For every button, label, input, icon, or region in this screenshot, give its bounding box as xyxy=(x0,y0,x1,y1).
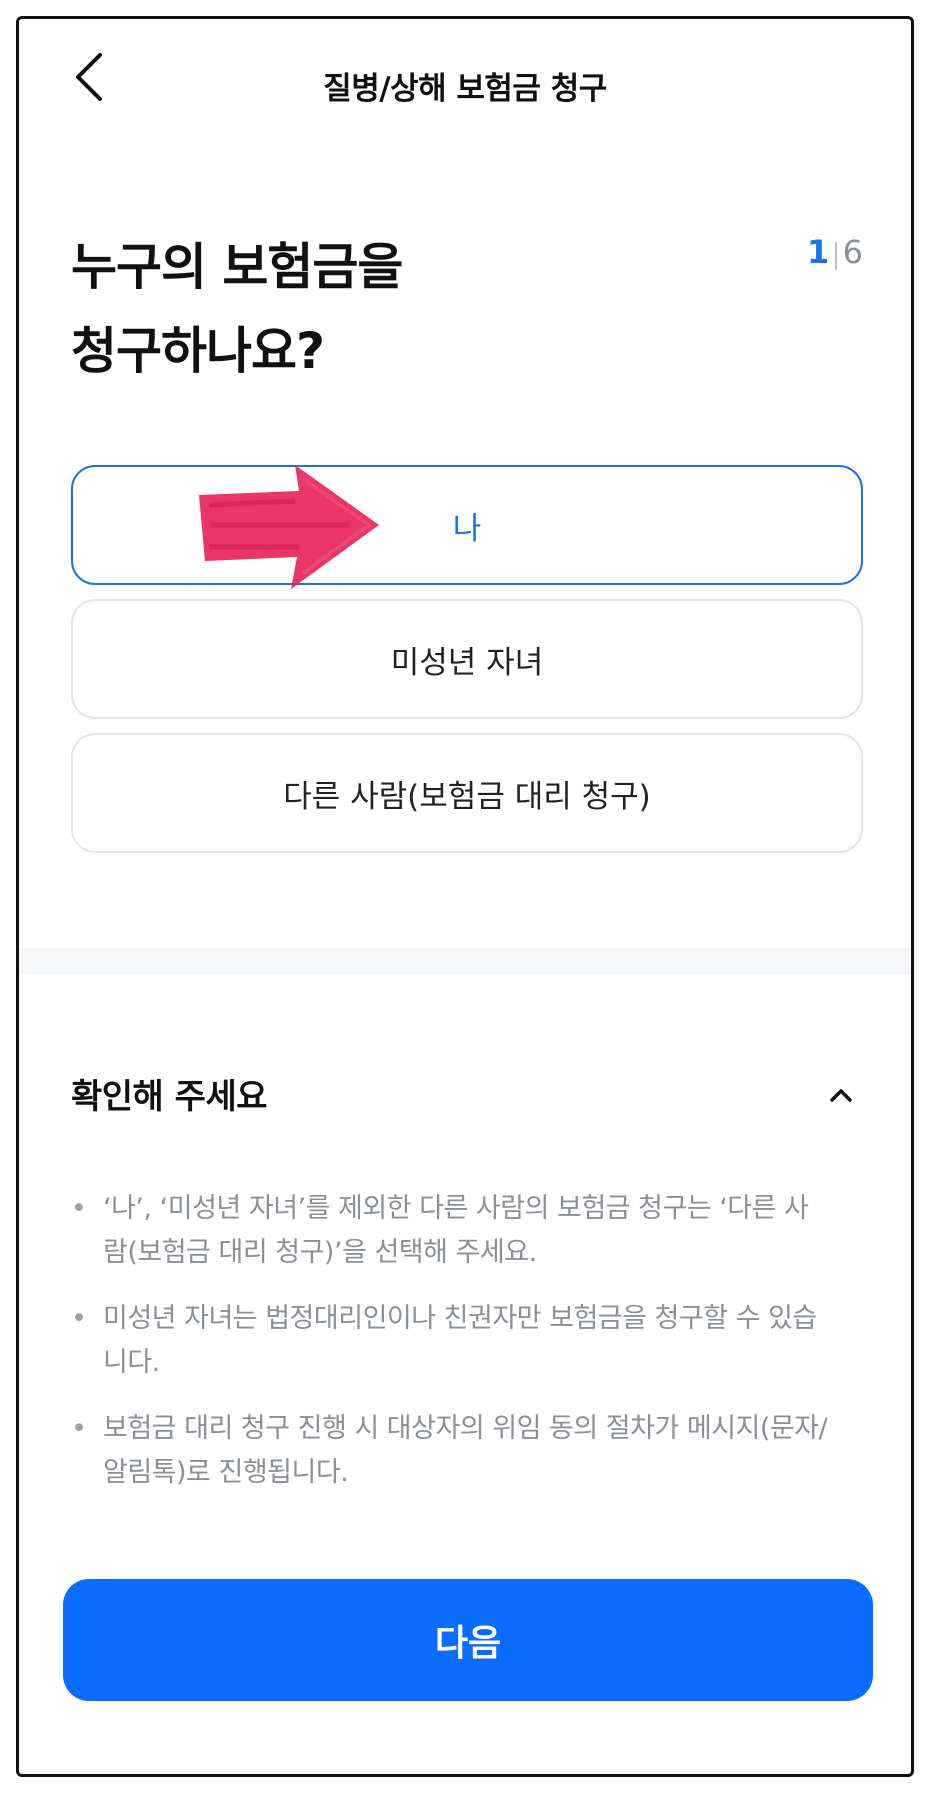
collapse-toggle-button[interactable] xyxy=(819,1073,863,1117)
bullet-icon: • xyxy=(71,1193,87,1224)
option-minor-child[interactable]: 미성년 자녀 xyxy=(71,599,863,719)
step-total: 6 xyxy=(842,233,863,271)
page-title: 질병/상해 보험금 청구 xyxy=(323,71,607,107)
notice-item: • 보험금 대리 청구 진행 시 대상자의 위임 동의 절차가 메시지(문자/알… xyxy=(71,1407,831,1495)
notice-item-text: 미성년 자녀는 법정대리인이나 친권자만 보험금을 청구할 수 있습니다. xyxy=(103,1303,817,1378)
next-button[interactable]: 다음 xyxy=(63,1579,873,1701)
notice-item-text: ‘나’, ‘미성년 자녀’를 제외한 다른 사람의 보험금 청구는 ‘다른 사람… xyxy=(103,1193,809,1268)
notice-item: • ‘나’, ‘미성년 자녀’를 제외한 다른 사람의 보험금 청구는 ‘다른 … xyxy=(71,1187,831,1275)
step-separator: | xyxy=(831,237,841,270)
bullet-icon: • xyxy=(71,1413,87,1444)
app-screen: 질병/상해 보험금 청구 누구의 보험금을 청구하나요? 1|6 나 미성년 자… xyxy=(16,16,914,1777)
notice-item: • 미성년 자녀는 법정대리인이나 친권자만 보험금을 청구할 수 있습니다. xyxy=(71,1297,831,1385)
question-line-2: 청구하나요? xyxy=(71,322,325,380)
notice-item-text: 보험금 대리 청구 진행 시 대상자의 위임 동의 절차가 메시지(문자/알림톡… xyxy=(103,1413,828,1488)
step-current: 1 xyxy=(806,233,830,271)
question-heading: 누구의 보험금을 청구하나요? xyxy=(71,225,403,393)
question-line-1: 누구의 보험금을 xyxy=(71,238,403,296)
top-bar: 질병/상해 보험금 청구 xyxy=(19,19,911,139)
notice-title: 확인해 주세요 xyxy=(71,1077,268,1117)
section-divider xyxy=(19,948,911,974)
option-other-person[interactable]: 다른 사람(보험금 대리 청구) xyxy=(71,733,863,853)
bullet-icon: • xyxy=(71,1303,87,1334)
chevron-up-icon xyxy=(830,1089,852,1102)
notice-list: • ‘나’, ‘미성년 자녀’를 제외한 다른 사람의 보험금 청구는 ‘다른 … xyxy=(71,1187,831,1517)
option-me[interactable]: 나 xyxy=(71,465,863,585)
step-indicator: 1|6 xyxy=(807,233,863,271)
